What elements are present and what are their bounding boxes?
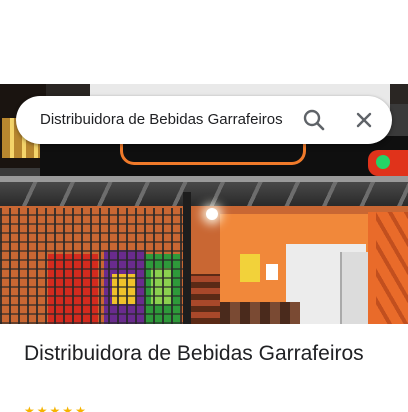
top-blank-area bbox=[0, 0, 408, 84]
shelf bbox=[190, 274, 220, 324]
star-icon: ★ bbox=[75, 404, 86, 412]
star-icon: ★ bbox=[49, 404, 61, 412]
place-title: Distribuidora de Bebidas Garrafeiros bbox=[24, 342, 364, 365]
close-icon[interactable] bbox=[350, 106, 378, 134]
search-input[interactable]: Distribuidora de Bebidas Garrafeiros bbox=[40, 96, 288, 144]
search-icon[interactable] bbox=[300, 106, 328, 134]
star-icon: ★ bbox=[36, 404, 48, 412]
lamp bbox=[206, 208, 218, 220]
search-bar[interactable]: Distribuidora de Bebidas Garrafeiros bbox=[16, 96, 392, 144]
star-icon: ★ bbox=[24, 404, 35, 412]
whatsapp-icon bbox=[376, 155, 390, 169]
star-icon: ★ bbox=[62, 404, 74, 412]
metal-gate bbox=[0, 208, 190, 324]
rating-stars: ★ ★ ★ ★ ★ bbox=[24, 402, 164, 412]
